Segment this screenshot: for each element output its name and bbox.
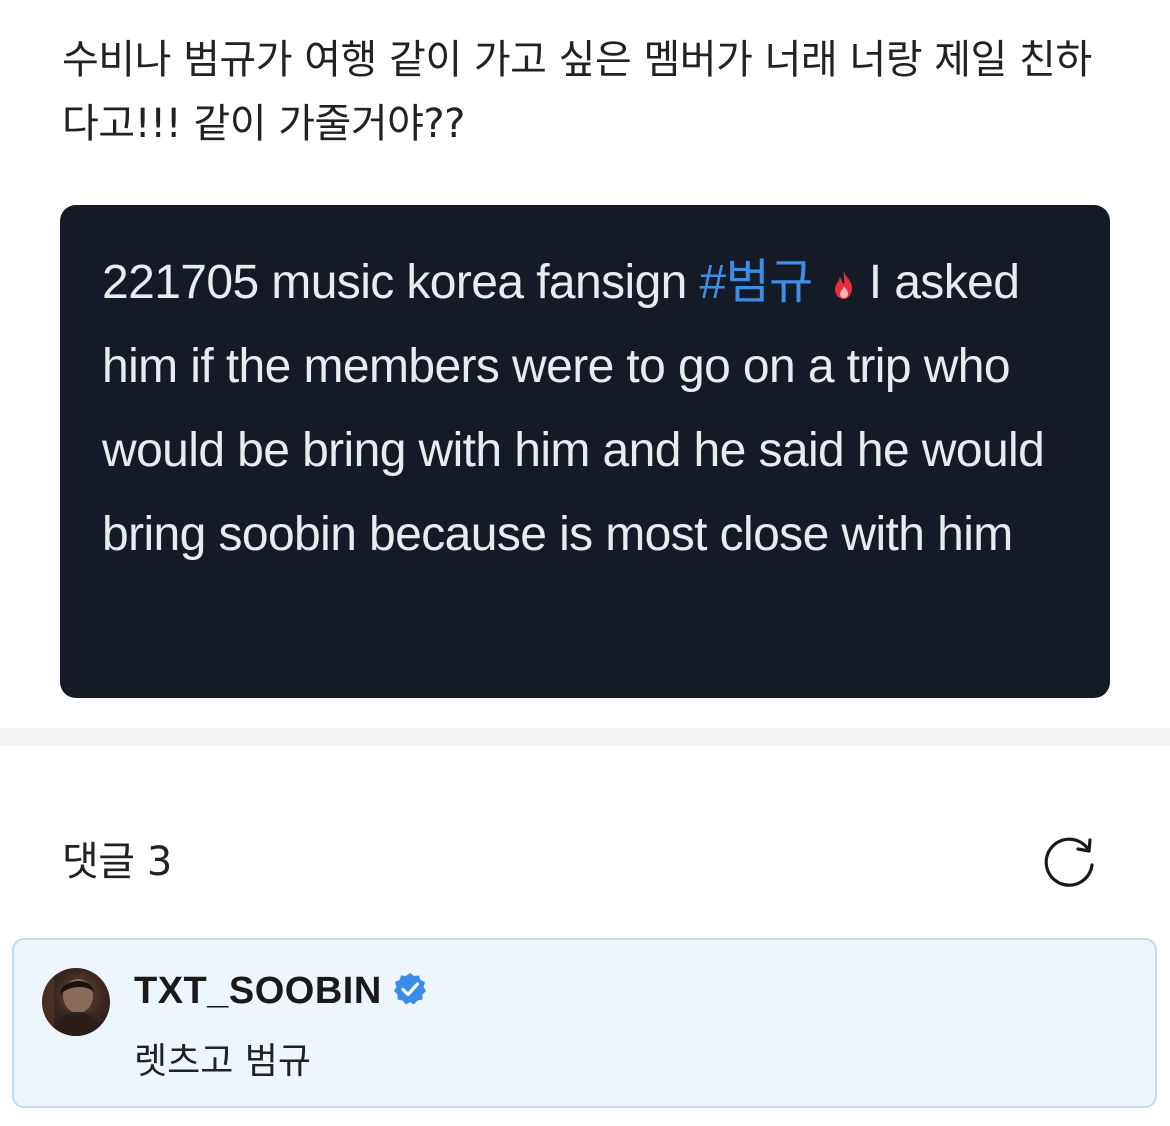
embed-hashtag[interactable]: #범규 [700, 256, 814, 309]
embed-text-prefix: 221705 music korea fansign [102, 256, 700, 309]
refresh-comments-button[interactable] [1038, 832, 1100, 894]
verified-badge-icon [392, 970, 428, 1006]
post-page: 수비나 범규가 여행 같이 가고 싶은 멤버가 너래 너랑 제일 친하다고!!!… [0, 0, 1170, 1126]
comment-author-name: TXT_SOOBIN [134, 970, 382, 1012]
comment-text: 렛츠고 범규 [134, 1041, 312, 1082]
comment-item[interactable]: TXT_SOOBIN 렛츠고 범규 [12, 938, 1157, 1108]
refresh-icon [1044, 837, 1094, 887]
embedded-tweet-image: 221705 music korea fansign #범규 I asked hi… [60, 205, 1110, 698]
comment-author[interactable]: TXT_SOOBIN [134, 966, 428, 1016]
fire-icon [831, 243, 857, 299]
post-body-text: 수비나 범규가 여행 같이 가고 싶은 멤버가 너래 너랑 제일 친하다고!!!… [62, 37, 1092, 147]
comments-count-header: 댓글 3 [62, 839, 172, 885]
section-divider [0, 728, 1170, 746]
avatar[interactable] [42, 968, 110, 1036]
